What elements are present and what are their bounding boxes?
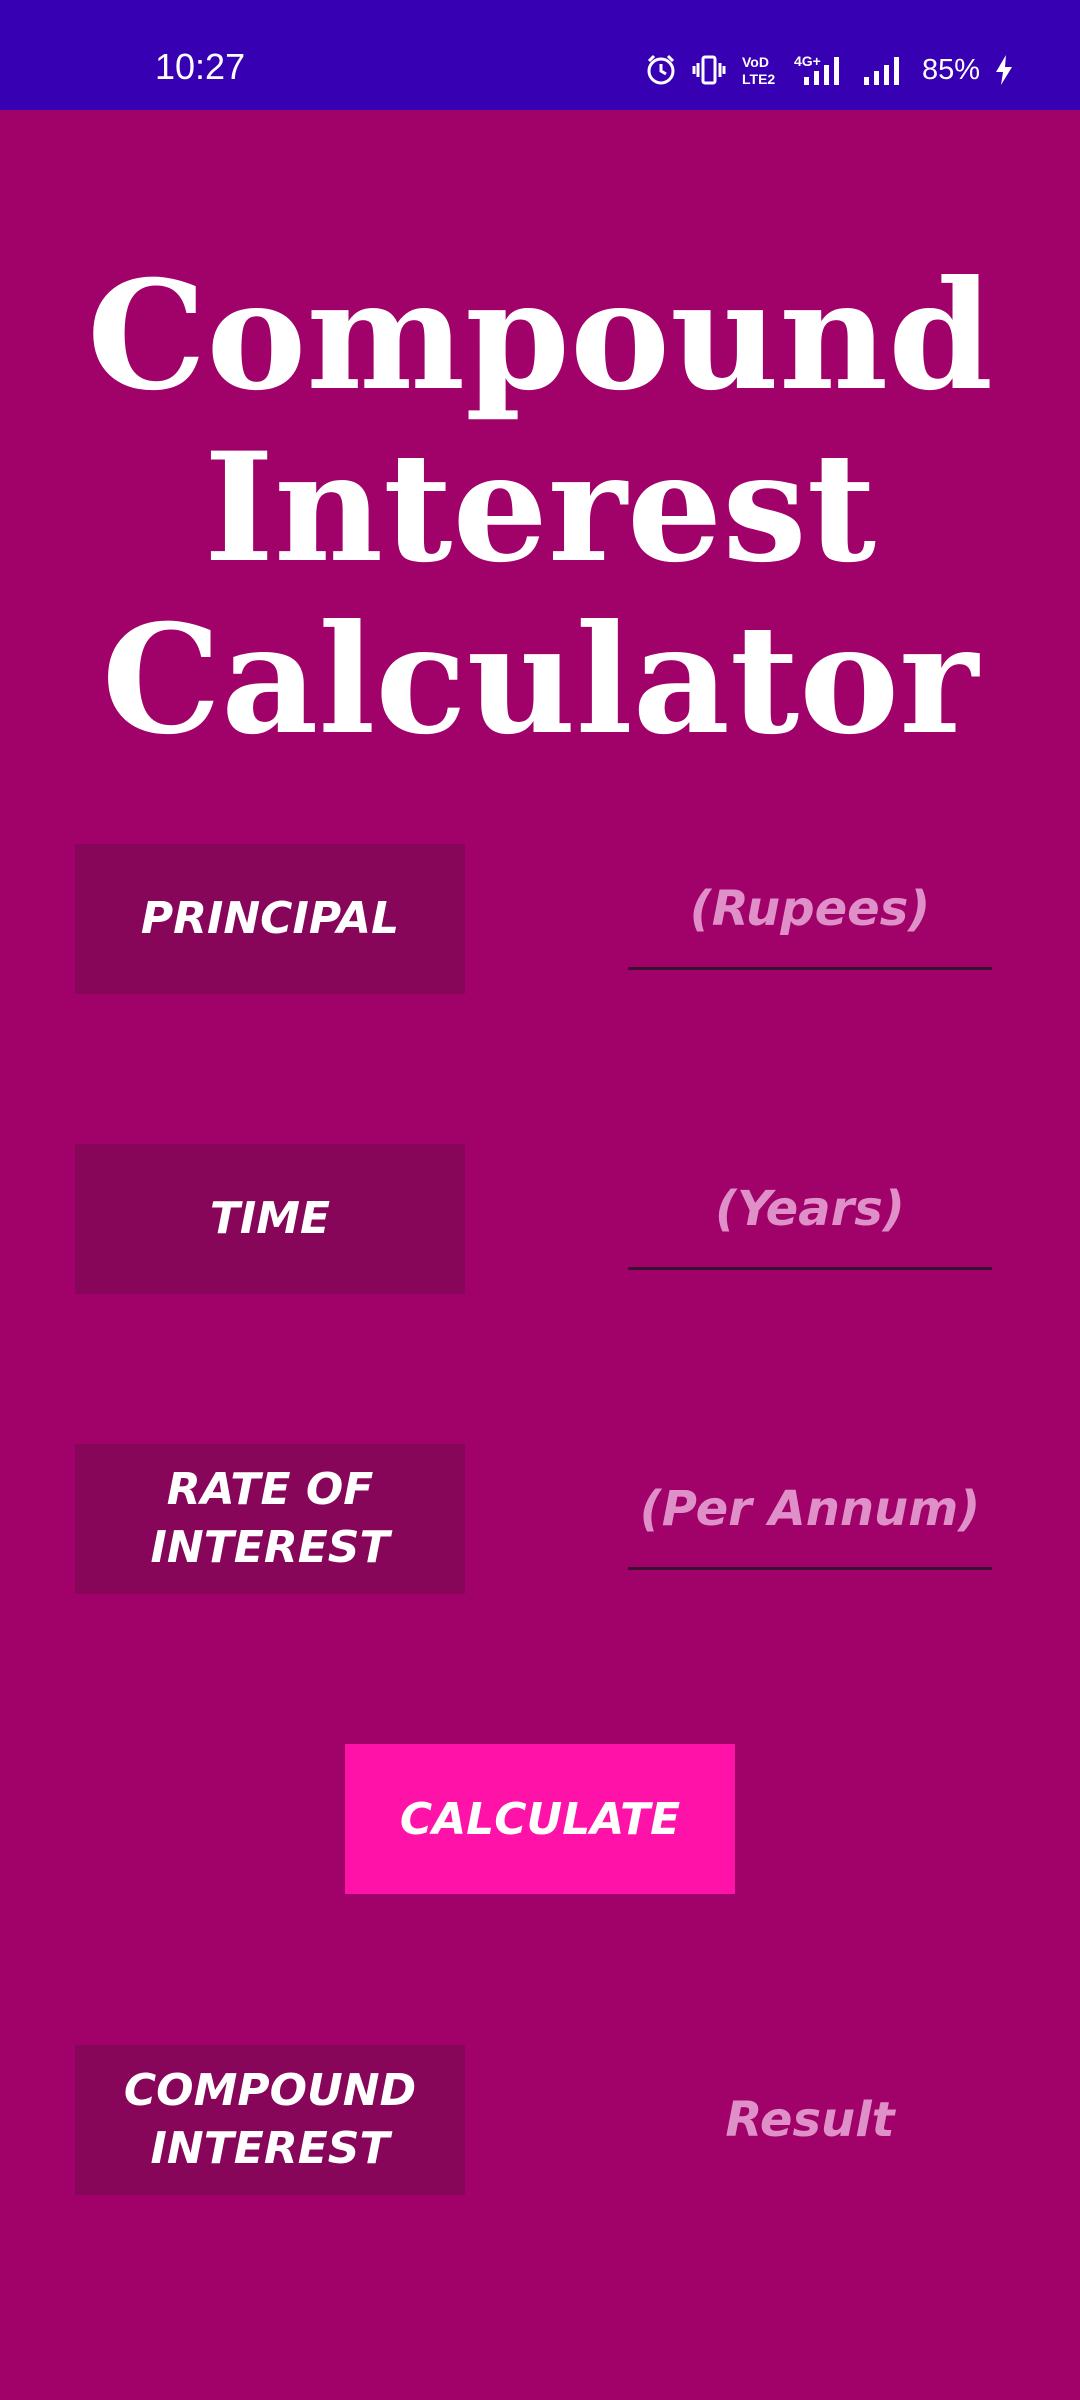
compound-interest-label-line-2: INTEREST [150, 2123, 390, 2174]
compound-interest-label: COMPOUND INTEREST [75, 2045, 465, 2195]
title-line-3: Calculator [101, 592, 979, 768]
svg-text:4G+: 4G+ [794, 53, 821, 69]
signal-icon [862, 53, 904, 87]
title-line-2: Interest [203, 420, 877, 596]
compound-interest-label-line-1: COMPOUND [123, 2065, 417, 2116]
principal-input[interactable] [628, 850, 992, 970]
charging-icon [994, 53, 1014, 87]
time-label-text: TIME [209, 1193, 331, 1244]
calculate-button[interactable]: CALCULATE [345, 1744, 735, 1894]
calculate-button-label: CALCULATE [399, 1793, 681, 1845]
status-icons: VoD LTE2 4G+ 85% [644, 50, 1014, 90]
svg-text:LTE2: LTE2 [742, 71, 775, 87]
result-value: Result [725, 2092, 895, 2148]
status-time: 10:27 [155, 46, 246, 87]
volte-icon: VoD LTE2 [740, 53, 780, 87]
principal-label: PRINCIPAL [75, 844, 465, 994]
principal-label-text: PRINCIPAL [140, 893, 400, 944]
rate-input[interactable] [628, 1450, 992, 1570]
time-input[interactable] [628, 1150, 992, 1270]
4g-signal-icon: 4G+ [794, 53, 848, 87]
rate-label: RATE OF INTEREST [75, 1444, 465, 1594]
title-line-1: Compound [86, 248, 994, 424]
status-bar: 10:27 VoD LTE2 4G+ 85% [0, 0, 1080, 110]
alarm-icon [644, 53, 678, 87]
svg-text:VoD: VoD [742, 54, 769, 70]
time-label: TIME [75, 1144, 465, 1294]
vibrate-icon [692, 53, 726, 87]
rate-label-line-2: INTEREST [150, 1522, 390, 1573]
rate-label-line-1: RATE OF [166, 1464, 374, 1515]
rate-label-text: RATE OF INTEREST [151, 1461, 390, 1577]
compound-interest-label-text: COMPOUND INTEREST [124, 2062, 416, 2178]
app-title: Compound Interest Calculator [0, 250, 1080, 766]
battery-percent: 85% [921, 53, 980, 86]
